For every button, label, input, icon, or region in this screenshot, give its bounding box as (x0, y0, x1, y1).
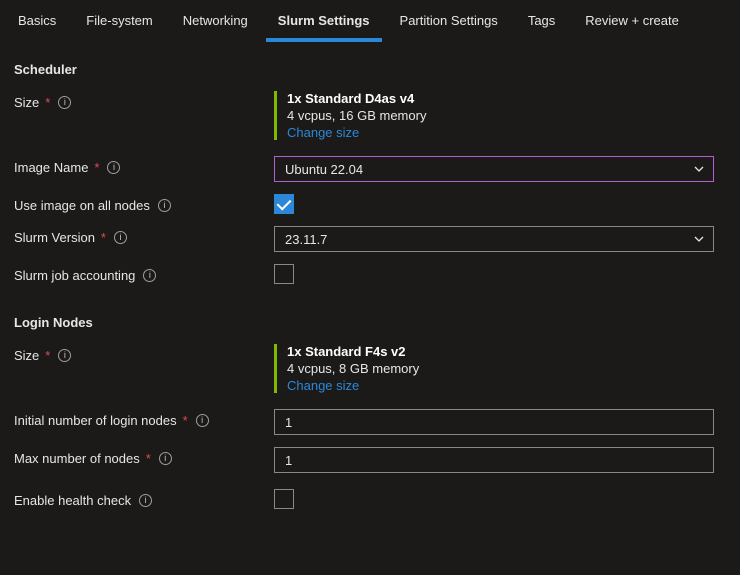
section-scheduler-title: Scheduler (14, 62, 726, 77)
tab-networking[interactable]: Networking (171, 6, 260, 42)
label-login-size: Size (14, 348, 39, 363)
scheduler-size-title: 1x Standard D4as v4 (287, 91, 714, 106)
scheduler-size-sub: 4 vcpus, 16 GB memory (287, 108, 714, 123)
chevron-down-icon (693, 163, 705, 175)
max-nodes-input[interactable] (274, 447, 714, 473)
label-enable-health: Enable health check (14, 493, 131, 508)
label-initial-login-nodes: Initial number of login nodes (14, 413, 177, 428)
label-slurm-version: Slurm Version (14, 230, 95, 245)
tab-slurm-settings[interactable]: Slurm Settings (266, 6, 382, 42)
label-image-name: Image Name (14, 160, 88, 175)
image-name-value: Ubuntu 22.04 (285, 162, 363, 177)
initial-login-nodes-input[interactable] (274, 409, 714, 435)
info-icon[interactable]: i (107, 161, 120, 174)
login-size-title: 1x Standard F4s v2 (287, 344, 714, 359)
label-scheduler-size: Size (14, 95, 39, 110)
required-marker: * (94, 160, 99, 175)
label-use-image-all: Use image on all nodes (14, 198, 150, 213)
chevron-down-icon (693, 233, 705, 245)
info-icon[interactable]: i (58, 96, 71, 109)
label-max-nodes: Max number of nodes (14, 451, 140, 466)
info-icon[interactable]: i (159, 452, 172, 465)
required-marker: * (183, 413, 188, 428)
content-area: Scheduler Size * i 1x Standard D4as v4 4… (0, 42, 740, 538)
login-size-sub: 4 vcpus, 8 GB memory (287, 361, 714, 376)
slurm-accounting-checkbox[interactable] (274, 264, 294, 284)
scheduler-size-box: 1x Standard D4as v4 4 vcpus, 16 GB memor… (274, 91, 714, 140)
enable-health-checkbox[interactable] (274, 489, 294, 509)
label-slurm-accounting: Slurm job accounting (14, 268, 135, 283)
info-icon[interactable]: i (196, 414, 209, 427)
use-image-all-checkbox[interactable] (274, 194, 294, 214)
tabs-bar: Basics File-system Networking Slurm Sett… (0, 0, 740, 42)
required-marker: * (101, 230, 106, 245)
tab-review-create[interactable]: Review + create (573, 6, 691, 42)
section-login-nodes-title: Login Nodes (14, 315, 726, 330)
required-marker: * (45, 95, 50, 110)
info-icon[interactable]: i (143, 269, 156, 282)
info-icon[interactable]: i (139, 494, 152, 507)
slurm-version-value: 23.11.7 (285, 232, 327, 247)
required-marker: * (146, 451, 151, 466)
info-icon[interactable]: i (114, 231, 127, 244)
tab-filesystem[interactable]: File-system (74, 6, 164, 42)
login-change-size-link[interactable]: Change size (287, 378, 714, 393)
tab-tags[interactable]: Tags (516, 6, 567, 42)
info-icon[interactable]: i (58, 349, 71, 362)
scheduler-change-size-link[interactable]: Change size (287, 125, 714, 140)
slurm-version-select[interactable]: 23.11.7 (274, 226, 714, 252)
login-size-box: 1x Standard F4s v2 4 vcpus, 8 GB memory … (274, 344, 714, 393)
required-marker: * (45, 348, 50, 363)
tab-basics[interactable]: Basics (6, 6, 68, 42)
tab-partition-settings[interactable]: Partition Settings (388, 6, 510, 42)
image-name-select[interactable]: Ubuntu 22.04 (274, 156, 714, 182)
info-icon[interactable]: i (158, 199, 171, 212)
